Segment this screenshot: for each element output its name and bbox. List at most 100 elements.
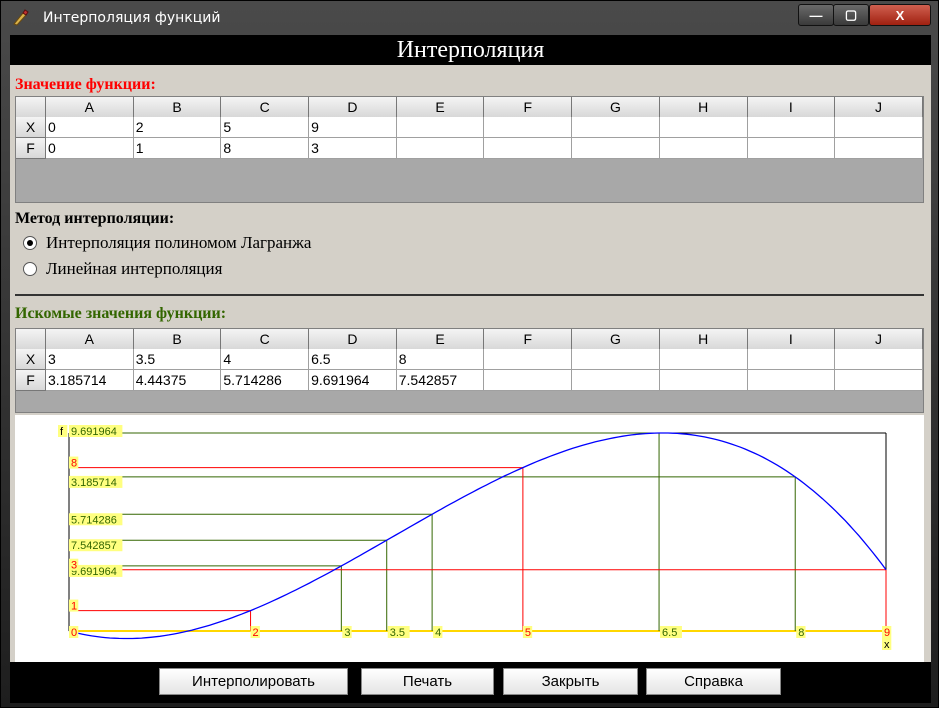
input-grid-col-header[interactable]: H [659,97,748,118]
output-grid-row: F 3.185714 4.44375 5.714286 9.691964 7.542857 [16,370,923,391]
output-grid-cell[interactable] [659,370,748,391]
input-grid-col-header[interactable]: G [572,97,660,118]
input-grid-col-header[interactable]: I [747,97,836,118]
input-grid-col-header[interactable]: B [133,97,222,118]
input-grid-col-header[interactable]: E [396,97,485,118]
radio-linear-label: Линейная интерполяция [46,259,223,278]
radio-linear[interactable]: Линейная интерполяция [23,259,222,279]
output-section-label: Искомые значения функции: [15,305,227,322]
input-grid-cell[interactable] [747,117,836,138]
output-grid-cell[interactable]: 4 [221,349,310,370]
input-grid-cell[interactable]: 0 [46,138,134,159]
input-grid-cell[interactable] [659,117,748,138]
output-grid-cell[interactable] [484,349,573,370]
output-grid-corner [16,329,46,350]
output-grid-col-header[interactable]: G [572,329,660,350]
output-grid-cell[interactable]: 3.185714 [46,370,134,391]
input-grid-col-header[interactable]: A [46,97,134,118]
radio-lagrange-circle[interactable] [23,236,37,250]
y-tick-output: 7.542857 [71,540,117,552]
input-grid-cell[interactable]: 8 [221,138,310,159]
output-grid-cell[interactable]: 6.5 [309,349,397,370]
input-grid-cell[interactable] [484,138,573,159]
output-grid[interactable]: A B C D E F G H I J X 3 3.5 4 6.5 8 F 3.185714 4.44375 5.71… [15,328,924,413]
input-grid-col-header[interactable]: D [309,97,397,118]
input-grid-cell[interactable]: 9 [309,117,397,138]
input-grid-cell[interactable] [572,138,660,159]
output-grid-row-header[interactable]: F [16,370,46,391]
input-section-label: Значение функции: [15,76,156,93]
output-grid-cell[interactable]: 4.44375 [133,370,222,391]
interpolate-button[interactable]: Интерполировать [159,668,348,695]
input-grid-cell[interactable] [396,138,485,159]
output-grid-col-header[interactable]: B [133,329,222,350]
input-grid-cell[interactable]: 5 [221,117,310,138]
output-grid-cell[interactable] [835,349,923,370]
output-grid-cell[interactable] [572,349,660,370]
output-grid-col-header[interactable]: D [309,329,397,350]
output-grid-cell[interactable]: 3 [46,349,134,370]
y-tick-input: 8 [71,458,77,470]
output-grid-col-header[interactable]: F [484,329,573,350]
output-grid-cell[interactable]: 3.5 [133,349,222,370]
input-grid-row: F0183 [16,138,923,159]
input-grid-cell[interactable] [659,138,748,159]
y-max-label: 9.691964 [71,426,117,438]
input-grid-cell[interactable] [747,138,836,159]
input-grid-col-header[interactable]: C [221,97,310,118]
output-grid-cell[interactable] [572,370,660,391]
input-grid-cell[interactable]: 3 [309,138,397,159]
minimize-button[interactable]: — [798,4,834,26]
maximize-icon: ▢ [844,7,858,22]
input-grid-cell[interactable]: 0 [46,117,134,138]
input-grid-cell[interactable] [484,117,573,138]
close-button[interactable]: Закрыть [503,668,638,695]
x-tick-output: 4 [435,627,441,639]
output-grid-col-header[interactable]: A [46,329,134,350]
output-grid-col-header[interactable]: I [747,329,836,350]
x-tick-output: 3 [344,627,350,639]
output-grid-cell[interactable]: 7.542857 [396,370,485,391]
page-title: Интерполяция [10,35,931,65]
input-grid-cell[interactable]: 2 [133,117,222,138]
input-grid-col-header[interactable]: J [835,97,923,118]
input-grid[interactable]: ABCDEFGHIJX0259F0183 [15,96,924,203]
output-grid-cell[interactable] [747,349,836,370]
print-button[interactable]: Печать [361,668,494,695]
radio-lagrange[interactable]: Интерполяция полиномом Лагранжа [23,233,311,253]
y-tick-input: 1 [71,601,77,613]
x-axis-label: x [884,639,890,651]
input-grid-cell[interactable]: 1 [133,138,222,159]
input-grid-col-header[interactable]: F [484,97,573,118]
input-grid-cell[interactable] [396,117,485,138]
help-button[interactable]: Справка [646,668,781,695]
output-grid-cell[interactable] [659,349,748,370]
radio-linear-circle[interactable] [23,262,37,276]
output-grid-cell[interactable]: 9.691964 [309,370,397,391]
section-divider [15,294,924,296]
input-grid-cell[interactable] [835,138,923,159]
output-grid-row-header[interactable]: X [16,349,46,370]
y-tick-output: 3.185714 [71,477,117,489]
minimize-icon: — [809,7,823,23]
output-grid-cell[interactable]: 5.714286 [221,370,310,391]
close-window-button[interactable]: X [869,4,931,26]
output-grid-cell[interactable] [835,370,923,391]
output-grid-cell[interactable] [484,370,573,391]
input-grid-cell[interactable] [572,117,660,138]
output-grid-col-header[interactable]: C [221,329,310,350]
output-grid-col-header[interactable]: J [835,329,923,350]
radio-selected-dot [27,240,33,246]
client-area: Интерполяция Значение функции: ABCDEFGHI… [10,35,931,703]
output-grid-cell[interactable] [747,370,836,391]
input-grid-cell[interactable] [835,117,923,138]
input-grid-row-header[interactable]: F [16,138,46,159]
title-bar[interactable]: Интерполяция функций — ▢ X [1,1,939,35]
app-icon [13,9,29,26]
output-grid-cell[interactable]: 8 [396,349,485,370]
maximize-button[interactable]: ▢ [833,4,869,26]
output-grid-header-row: ABCDEFGHIJ [16,329,923,350]
output-grid-col-header[interactable]: E [396,329,485,350]
output-grid-col-header[interactable]: H [659,329,748,350]
input-grid-row-header[interactable]: X [16,117,46,138]
